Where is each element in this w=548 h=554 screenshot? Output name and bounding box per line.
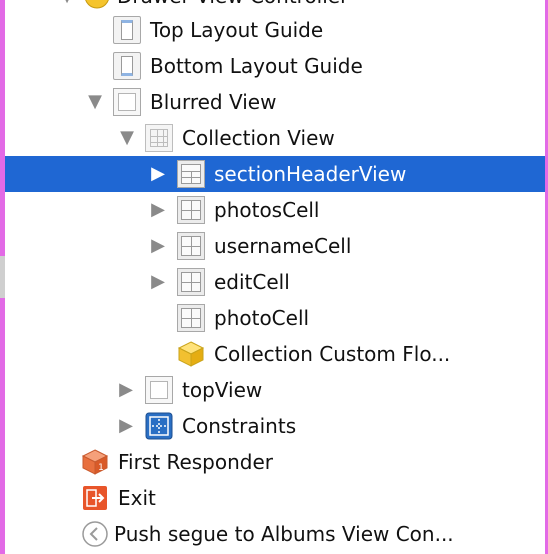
- tree-row-label: Exit: [118, 486, 156, 510]
- tree-row-exit[interactable]: Exit: [5, 480, 545, 516]
- object-cube-icon: [177, 340, 205, 368]
- tree-row-edit-cell[interactable]: ▶ editCell: [5, 264, 545, 300]
- tree-row-label: Blurred View: [150, 90, 277, 114]
- disclosure-collapsed-icon[interactable]: ▶: [148, 192, 168, 228]
- tree-row-label: editCell: [214, 270, 290, 294]
- tree-row-label: sectionHeaderView: [214, 162, 407, 186]
- collection-reusable-view-icon: [177, 160, 205, 188]
- tree-row-push-segue[interactable]: Push segue to Albums View Con...: [5, 516, 545, 552]
- tree-row-photo-cell[interactable]: photoCell: [5, 300, 545, 336]
- disclosure-expanded-icon[interactable]: ▼: [117, 120, 137, 156]
- top-layout-guide-icon: [113, 16, 141, 44]
- disclosure-collapsed-icon[interactable]: ▶: [116, 372, 136, 408]
- view-icon: [145, 376, 173, 404]
- tree-row-label: photoCell: [214, 306, 310, 330]
- tree-row-section-header-view[interactable]: ▶ sectionHeaderView: [5, 156, 545, 192]
- tree-row-label: usernameCell: [214, 234, 352, 258]
- tree-row-label: First Responder: [118, 450, 273, 474]
- collection-cell-icon: [177, 268, 205, 296]
- tree-row-label: Constraints: [182, 414, 297, 438]
- tree-row-collection-view[interactable]: ▼ Collection View: [5, 120, 545, 156]
- tree-row-label: topView: [182, 378, 263, 402]
- collection-cell-icon: [177, 232, 205, 260]
- collection-cell-icon: [177, 196, 205, 224]
- tree-row-first-responder[interactable]: 1 First Responder: [5, 444, 545, 480]
- constraints-icon: [145, 412, 173, 440]
- segue-icon: [81, 520, 109, 548]
- view-controller-icon: [83, 0, 111, 10]
- svg-text:1: 1: [98, 463, 104, 473]
- disclosure-collapsed-icon[interactable]: ▶: [148, 264, 168, 300]
- tree-row-top-view[interactable]: ▶ topView: [5, 372, 545, 408]
- tree-row-constraints[interactable]: ▶ Constraints: [5, 408, 545, 444]
- tree-row-collection-custom-flow[interactable]: Collection Custom Flo...: [5, 336, 545, 372]
- tree-row-blurred-view[interactable]: ▼ Blurred View: [5, 84, 545, 120]
- collection-cell-icon: [177, 304, 205, 332]
- exit-icon: [81, 484, 109, 512]
- tree-row-label: photosCell: [214, 198, 320, 222]
- tree-row-label: Collection View: [182, 126, 335, 150]
- tree-row-username-cell[interactable]: ▶ usernameCell: [5, 228, 545, 264]
- tree-row-label: Collection Custom Flo...: [214, 342, 451, 366]
- disclosure-collapsed-icon[interactable]: ▶: [148, 156, 168, 192]
- view-icon: [113, 88, 141, 116]
- first-responder-icon: 1: [81, 448, 109, 476]
- collection-view-icon: [145, 124, 173, 152]
- tree-row-label: Push segue to Albums View Con...: [114, 522, 454, 546]
- bottom-layout-guide-icon: [113, 52, 141, 80]
- tree-row-photos-cell[interactable]: ▶ photosCell: [5, 192, 545, 228]
- tree-row-bottom-layout-guide[interactable]: Bottom Layout Guide: [5, 48, 545, 84]
- disclosure-collapsed-icon[interactable]: ▶: [148, 228, 168, 264]
- tree-row-label: Bottom Layout Guide: [150, 54, 363, 78]
- tree-row-label: Top Layout Guide: [150, 18, 324, 42]
- tree-row-top-layout-guide[interactable]: Top Layout Guide: [5, 12, 545, 48]
- disclosure-collapsed-icon[interactable]: ▶: [116, 408, 136, 444]
- disclosure-expanded-icon[interactable]: ▼: [85, 84, 105, 120]
